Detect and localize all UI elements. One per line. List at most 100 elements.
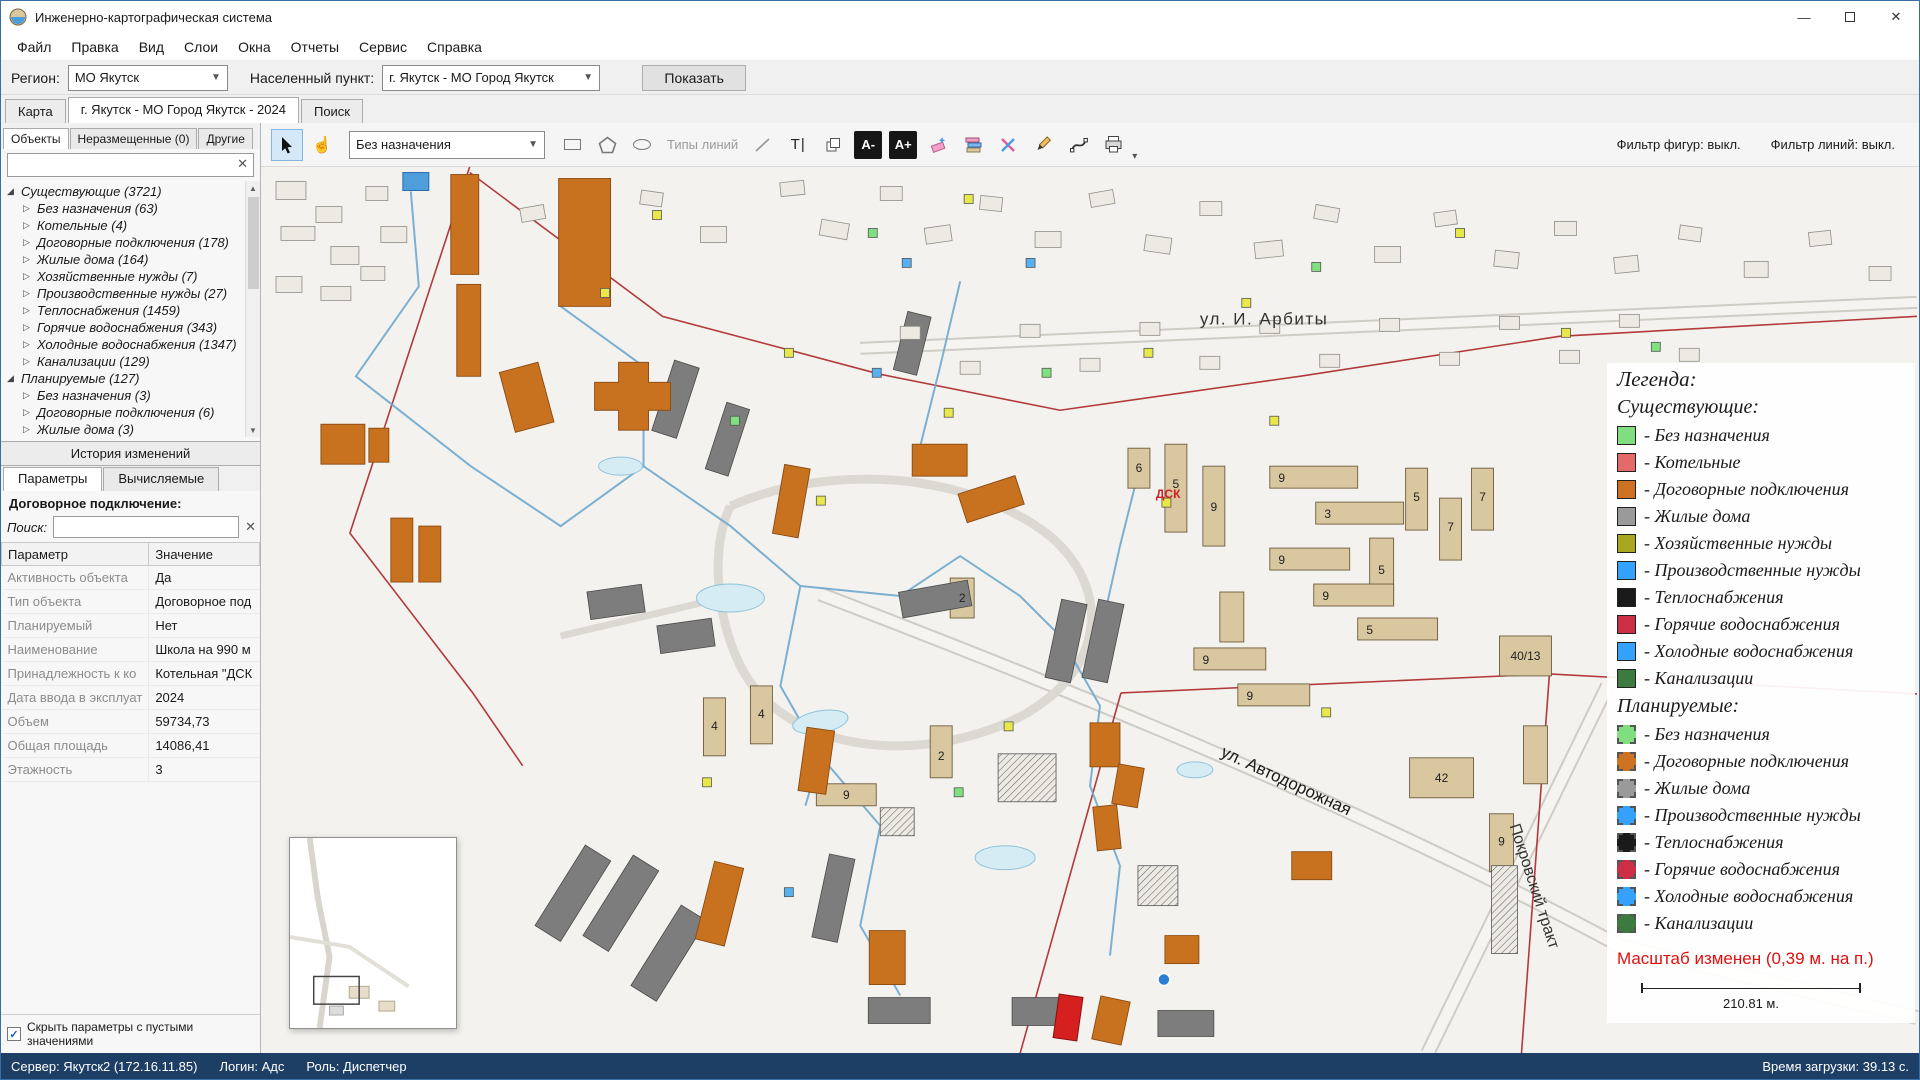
objects-search-input[interactable]	[7, 153, 254, 177]
print-options-chevron-icon[interactable]: ▾	[1132, 151, 1137, 166]
tree-item[interactable]: ▷Холодные водоснабжения (1347)	[7, 336, 242, 353]
show-button[interactable]: Показать	[642, 65, 746, 91]
tree-item[interactable]: ▷Канализации (129)	[7, 353, 242, 370]
param-row[interactable]: НаименованиеШкола на 990 м	[2, 638, 260, 662]
param-row[interactable]: Тип объектаДоговорное под	[2, 590, 260, 614]
tree-item[interactable]: ▷Договорные подключения (6)	[7, 404, 242, 421]
params-col-value[interactable]: Значение	[149, 543, 260, 566]
select-tool-button[interactable]	[271, 129, 303, 161]
eraser-tool-button[interactable]	[922, 129, 954, 161]
layers-style-button[interactable]	[957, 129, 989, 161]
font-increase-button[interactable]: A+	[889, 131, 917, 159]
menu-item[interactable]: Слои	[174, 35, 228, 59]
collapsed-icon[interactable]: ▷	[23, 305, 37, 316]
param-row[interactable]: Дата ввода в эксплуат2024	[2, 686, 260, 710]
doc-tab[interactable]: Поиск	[301, 99, 363, 123]
map-selection-dot[interactable]	[1158, 974, 1170, 986]
menu-item[interactable]: Правка	[61, 35, 128, 59]
legend-item-label: - Теплоснабжения	[1644, 587, 1783, 608]
collapsed-icon[interactable]: ▷	[23, 390, 37, 401]
tree-item[interactable]: ▷Хозяйственные нужды (7)	[7, 268, 242, 285]
param-row[interactable]: Принадлежность к коКотельная "ДСК	[2, 662, 260, 686]
doc-tab[interactable]: Карта	[5, 99, 66, 123]
tree-item[interactable]: ▷Жилые дома (164)	[7, 251, 242, 268]
draw-polygon-button[interactable]	[591, 129, 623, 161]
objects-panel-tab[interactable]: Объекты	[3, 128, 69, 149]
assignment-select[interactable]: Без назначения ▼	[349, 131, 545, 159]
scale-bar-label: 210.81 м.	[1641, 996, 1861, 1011]
draw-rectangle-button[interactable]	[556, 129, 588, 161]
menu-item[interactable]: Окна	[228, 35, 281, 59]
overview-minimap[interactable]	[289, 837, 457, 1029]
collapsed-icon[interactable]: ▷	[23, 356, 37, 367]
tree-item[interactable]: ▷Теплоснабжения (1459)	[7, 302, 242, 319]
collapsed-icon[interactable]: ▷	[23, 424, 37, 435]
expanded-icon[interactable]: ◢	[7, 373, 21, 384]
map-buildings-residential[interactable]	[703, 444, 1551, 871]
collapsed-icon[interactable]: ▷	[23, 271, 37, 282]
map-selected-building[interactable]	[403, 173, 429, 191]
objects-panel-tab[interactable]: Неразмещенные (0)	[70, 128, 198, 149]
collapsed-icon[interactable]: ▷	[23, 339, 37, 350]
params-col-name[interactable]: Параметр	[2, 543, 149, 566]
scroll-thumb[interactable]	[248, 197, 259, 289]
tree-item[interactable]: ▷Производственные нужды (27)	[7, 285, 242, 302]
clear-params-search-icon[interactable]: ✕	[245, 519, 256, 535]
doc-tab[interactable]: г. Якутск - МО Город Якутск - 2024	[68, 97, 299, 123]
scroll-down-icon[interactable]: ▼	[246, 423, 260, 437]
settlement-select[interactable]: г. Якутск - МО Город Якутск ▼	[382, 65, 600, 91]
params-search-input[interactable]	[53, 516, 239, 538]
route-tool-button[interactable]	[1062, 129, 1094, 161]
tree-item[interactable]: ▷Жилые дома (3)	[7, 421, 242, 437]
expanded-icon[interactable]: ◢	[7, 186, 21, 197]
param-row[interactable]: Этажность3	[2, 758, 260, 782]
draw-ellipse-button[interactable]	[626, 129, 658, 161]
minimize-button[interactable]: —	[1781, 1, 1827, 33]
menu-item[interactable]: Сервис	[349, 35, 417, 59]
pan-tool-button[interactable]: ☝	[306, 129, 338, 161]
collapsed-icon[interactable]: ▷	[23, 288, 37, 299]
collapsed-icon[interactable]: ▷	[23, 254, 37, 265]
menu-item[interactable]: Справка	[417, 35, 492, 59]
collapsed-icon[interactable]: ▷	[23, 322, 37, 333]
region-select[interactable]: МО Якутск ▼	[68, 65, 228, 91]
tree-scrollbar[interactable]: ▲ ▼	[245, 181, 260, 437]
history-tab[interactable]: История изменений	[1, 441, 260, 466]
collapsed-icon[interactable]: ▷	[23, 237, 37, 248]
objects-search: ✕	[1, 149, 260, 181]
legend-item-label: - Холодные водоснабжения	[1644, 886, 1853, 907]
map-view[interactable]: ул. И. Арбиты ул. Автодорожная Покровски…	[261, 167, 1919, 1053]
tree-item[interactable]: ◢Планируемые (127)	[7, 370, 242, 387]
tree-item[interactable]: ▷Котельные (4)	[7, 217, 242, 234]
objects-panel-tab[interactable]: Другие	[198, 128, 252, 149]
clear-search-icon[interactable]: ✕	[237, 157, 248, 170]
collapsed-icon[interactable]: ▷	[23, 407, 37, 418]
font-decrease-button[interactable]: A-	[854, 131, 882, 159]
text-tool-button[interactable]: T|	[782, 129, 814, 161]
tree-item[interactable]: ▷Договорные подключения (178)	[7, 234, 242, 251]
scroll-up-icon[interactable]: ▲	[246, 181, 260, 195]
tree-item[interactable]: ◢Существующие (3721)	[7, 183, 242, 200]
collapsed-icon[interactable]: ▷	[23, 203, 37, 214]
param-row[interactable]: Общая площадь14086,41	[2, 734, 260, 758]
tree-item[interactable]: ▷Без назначения (3)	[7, 387, 242, 404]
params-tab[interactable]: Параметры	[3, 467, 102, 491]
measure-tool-button[interactable]	[1027, 129, 1059, 161]
param-row[interactable]: Объем59734,73	[2, 710, 260, 734]
param-row[interactable]: Активность объектаДа	[2, 566, 260, 590]
maximize-button[interactable]	[1827, 1, 1873, 33]
print-button[interactable]	[1097, 129, 1129, 161]
params-tab[interactable]: Вычисляемые	[103, 467, 219, 491]
menu-item[interactable]: Вид	[129, 35, 174, 59]
tree-item[interactable]: ▷Без назначения (63)	[7, 200, 242, 217]
menu-item[interactable]: Отчеты	[281, 35, 349, 59]
delete-style-button[interactable]	[992, 129, 1024, 161]
copy-tool-button[interactable]	[817, 129, 849, 161]
draw-line-button[interactable]	[747, 129, 779, 161]
collapsed-icon[interactable]: ▷	[23, 220, 37, 231]
close-button[interactable]: ✕	[1873, 1, 1919, 33]
tree-item[interactable]: ▷Горячие водоснабжения (343)	[7, 319, 242, 336]
hide-empty-checkbox[interactable]: ✓	[7, 1027, 21, 1041]
menu-item[interactable]: Файл	[7, 35, 61, 59]
param-row[interactable]: ПланируемыйНет	[2, 614, 260, 638]
